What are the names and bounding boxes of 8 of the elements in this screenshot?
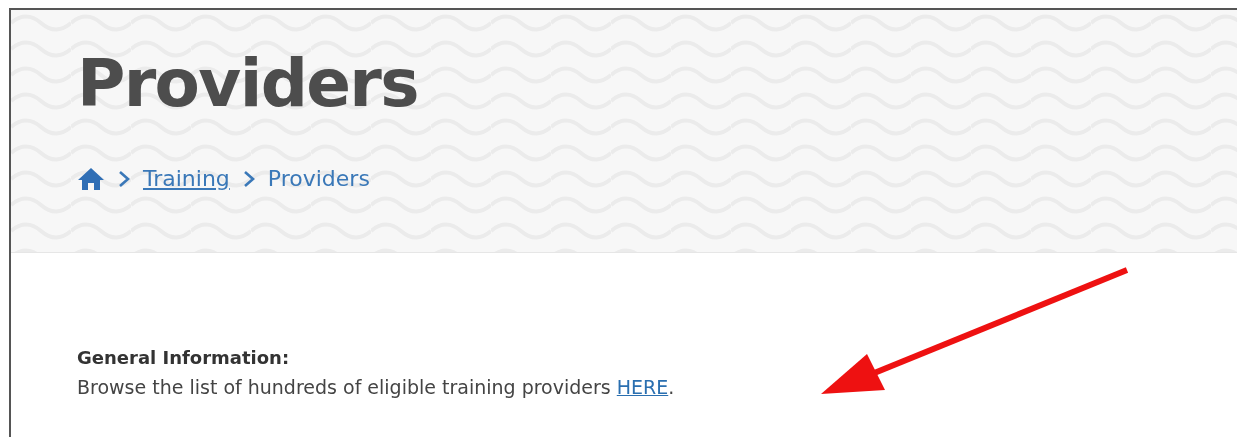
info-paragraph: Browse the list of hundreds of eligible training providers HERE.	[77, 375, 675, 400]
home-icon[interactable]	[77, 167, 105, 191]
here-link[interactable]: HERE	[616, 376, 669, 398]
breadcrumb-link[interactable]: Training	[143, 164, 230, 194]
breadcrumb-current: Providers	[267, 165, 370, 193]
chevron-icon	[117, 170, 131, 188]
section-heading: General Information:	[77, 346, 290, 370]
page-title: Providers	[77, 44, 418, 124]
